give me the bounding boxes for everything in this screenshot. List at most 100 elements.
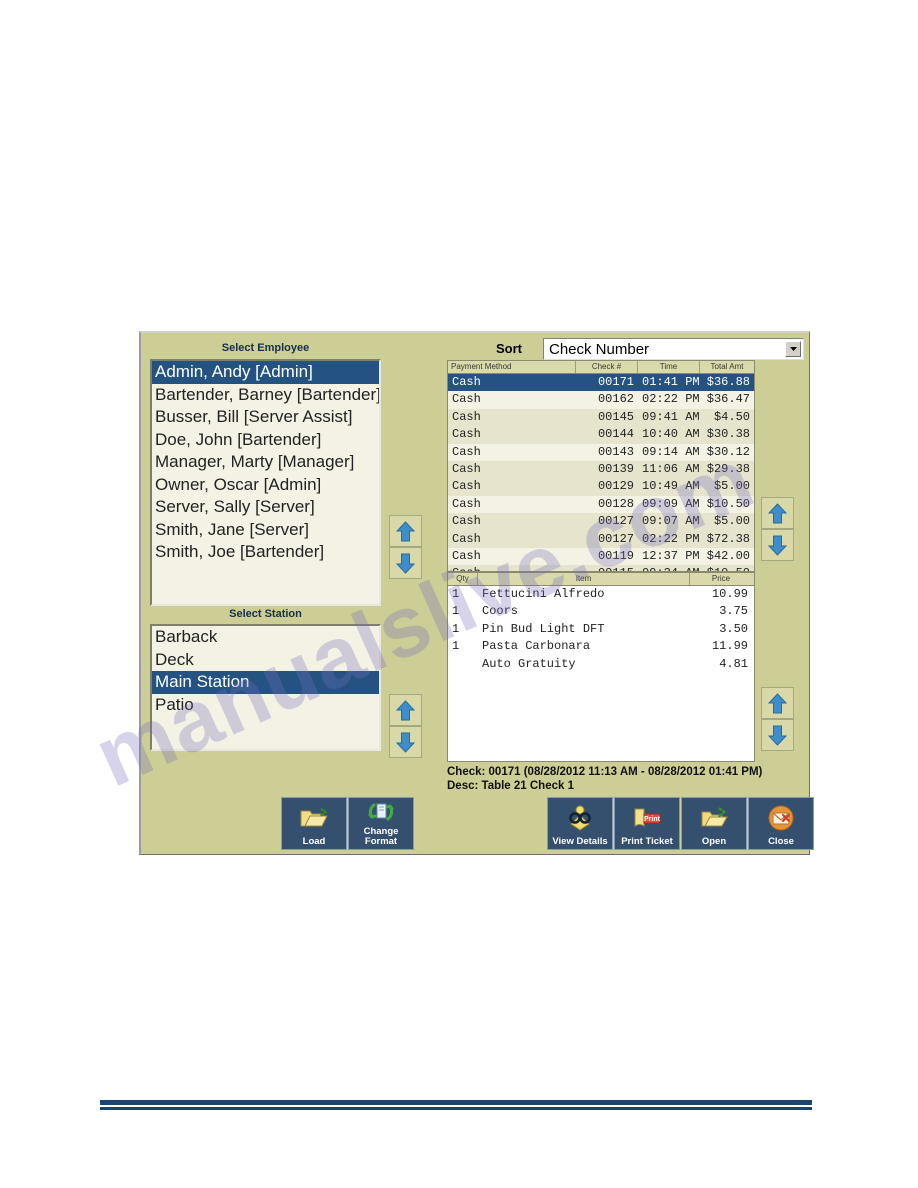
table-row[interactable]: Cash 00119 12:37 PM $42.00 [448,548,754,565]
cell-item: Pasta Carbonara [482,639,591,654]
table-row[interactable]: Cash 00162 02:22 PM $36.47 [448,391,754,408]
cell-time: 09:41 AM [642,409,700,424]
change-format-button[interactable]: Change Format [348,797,414,850]
cell-time: 12:37 PM [642,548,700,563]
cell-item: Pin Bud Light DFT [482,621,605,636]
list-item[interactable]: Smith, Joe [Bartender] [152,541,379,564]
checks-scroll-up-button[interactable] [761,497,794,529]
cell-item: Auto Gratuity [482,656,576,671]
column-header-item[interactable]: Item [478,573,690,585]
svg-text:Print: Print [644,816,661,823]
cell-check-number: 00115 [576,565,638,571]
list-item[interactable]: Smith, Jane [Server] [152,519,379,542]
table-row[interactable]: Cash 00115 09:34 AM $10.50 [448,565,754,571]
station-scroll-down-button[interactable] [389,726,422,758]
cell-total-amount: $42.00 [706,548,750,563]
cell-payment-method: Cash [452,375,481,389]
list-item[interactable]: Patio [152,694,379,717]
print-ticket-button[interactable]: Print Print Ticket [614,797,680,850]
sort-label: Sort [496,341,522,356]
checks-grid[interactable]: Payment Method Check # Time Total Amt Ca… [447,360,755,572]
list-item[interactable]: Main Station [152,671,379,694]
list-item[interactable]: Deck [152,649,379,672]
cell-check-number: 00171 [597,375,634,389]
list-item[interactable]: Owner, Oscar [Admin] [152,474,379,497]
table-row[interactable]: Cash 00143 09:14 AM $30.12 [448,444,754,461]
list-item[interactable]: Busser, Bill [Server Assist] [152,406,379,429]
employee-scroll-down-button[interactable] [389,547,422,579]
cell-qty: 1 [452,604,460,619]
table-row[interactable]: Cash 00129 10:49 AM $5.00 [448,478,754,496]
cell-total-amount: $30.38 [706,427,750,442]
list-item[interactable]: Server, Sally [Server] [152,496,379,519]
open-folder-icon [282,798,346,837]
table-row[interactable]: Cash 00139 11:06 AM $29.38 [448,460,754,479]
cell-check-number: 00129 [597,479,634,494]
cell-time: 09:07 AM [642,514,700,529]
station-scroll-up-button[interactable] [389,694,422,726]
cell-payment-method: Cash [452,496,481,511]
chevron-down-icon[interactable] [785,341,801,357]
table-row[interactable]: Cash 00145 09:41 AM $4.50 [448,408,754,427]
cell-qty [448,656,478,673]
view-details-button[interactable]: View Details [547,797,613,850]
employee-scroll-up-button[interactable] [389,515,422,547]
cell-check-number: 00127 [597,514,634,529]
column-header-check-number[interactable]: Check # [576,361,638,373]
list-item[interactable]: Manager, Marty [Manager] [152,451,379,474]
check-items-grid[interactable]: Qty Item Price 1 Fettucini Alfredo 10.99… [447,572,755,762]
table-row[interactable]: Cash 00127 09:07 AM $5.00 [448,513,754,531]
sort-selected-value: Check Number [549,341,650,358]
cell-price: 3.50 [719,621,748,636]
close-icon [749,798,813,837]
column-header-price[interactable]: Price [690,573,752,585]
arrow-up-icon [396,699,415,721]
cell-time: 09:34 AM [638,565,700,571]
cell-total-amount: $5.00 [713,514,750,529]
list-item[interactable]: 1 Pin Bud Light DFT 3.50 [448,621,754,638]
list-item[interactable]: 1 Fettucini Alfredo 10.99 [448,586,754,603]
footer-rule-thin [100,1107,812,1110]
arrow-down-icon [768,725,787,746]
station-listbox[interactable]: Barback Deck Main Station Patio [150,624,381,751]
column-header-total-amount[interactable]: Total Amt [700,361,754,373]
list-item[interactable]: Admin, Andy [Admin] [152,361,379,384]
cell-total-amount: $36.47 [706,392,750,407]
cell-check-number: 00162 [597,392,634,407]
checks-scroll-down-button[interactable] [761,529,794,561]
arrow-down-icon [396,553,415,574]
cell-total-amount: $36.88 [706,375,750,389]
load-button[interactable]: Load [281,797,347,850]
select-employee-caption: Select Employee [221,342,310,354]
arrow-down-icon [396,732,415,753]
column-header-time[interactable]: Time [638,361,700,373]
items-scroll-up-button[interactable] [761,687,794,719]
table-row[interactable]: Cash 00171 01:41 PM $36.88 [448,374,754,392]
open-button-label: Open [701,836,727,847]
items-scroll-down-button[interactable] [761,719,794,751]
list-item[interactable]: Doe, John [Bartender] [152,429,379,452]
table-row[interactable]: Cash 00127 02:22 PM $72.38 [448,530,754,548]
open-button[interactable]: Open [681,797,747,850]
print-ticket-button-label: Print Ticket [621,836,673,847]
cell-payment-method: Cash [448,565,576,571]
load-button-label: Load [302,836,326,847]
sort-dropdown[interactable]: Check Number [543,338,804,360]
employee-listbox[interactable]: Admin, Andy [Admin] Bartender, Barney [B… [150,359,381,606]
table-row[interactable]: Cash 00128 09:09 AM $10.50 [448,496,754,513]
cell-check-number: 00128 [597,496,634,511]
close-button[interactable]: Close [748,797,814,850]
select-station-caption: Select Station [229,608,302,620]
checks-scroll-controls [761,497,794,561]
view-details-button-label: View Details [552,836,608,847]
list-item[interactable]: 1 Coors 3.75 [448,603,754,620]
cell-time: 11:06 AM [642,461,700,476]
list-item[interactable]: Barback [152,626,379,649]
list-item[interactable]: Bartender, Barney [Bartender] [152,384,379,407]
table-row[interactable]: Cash 00144 10:40 AM $30.38 [448,426,754,444]
column-header-payment-method[interactable]: Payment Method [448,361,576,373]
cell-price: 11.99 [711,639,748,654]
list-item[interactable]: Auto Gratuity 4.81 [448,656,754,673]
column-header-qty[interactable]: Qty [448,573,478,585]
list-item[interactable]: 1 Pasta Carbonara 11.99 [448,638,754,655]
